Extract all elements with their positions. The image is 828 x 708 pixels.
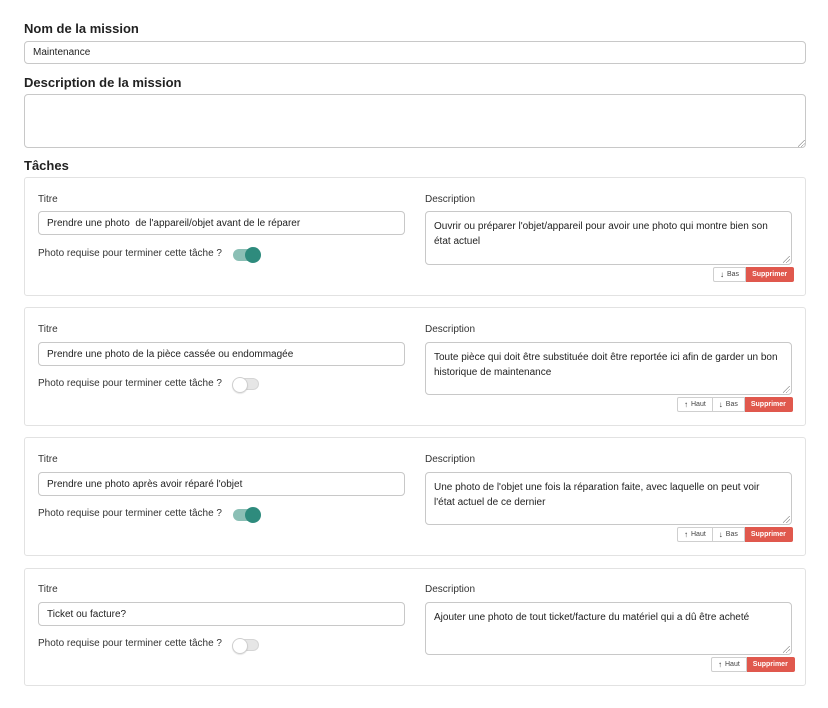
task-card: Titre Photo requise pour terminer cette … xyxy=(24,307,806,426)
photo-required-label: Photo requise pour terminer cette tâche … xyxy=(38,638,222,649)
task-title-input[interactable] xyxy=(38,342,405,366)
task-card: Titre Photo requise pour terminer cette … xyxy=(24,177,806,296)
mission-name-input[interactable] xyxy=(24,41,806,64)
move-up-button[interactable]: ↑ Haut xyxy=(677,527,713,542)
toggle-knob xyxy=(245,247,261,263)
task-description-textarea[interactable]: Ajouter une photo de tout ticket/facture… xyxy=(425,602,792,655)
photo-required-label: Photo requise pour terminer cette tâche … xyxy=(38,248,222,259)
task-description-label: Description xyxy=(425,584,476,595)
task-title-label: Titre xyxy=(38,324,58,335)
task-actions: ↑ Haut ↓ Bas Supprimer xyxy=(677,527,793,542)
task-description-label: Description xyxy=(425,194,476,205)
task-description-label: Description xyxy=(425,324,476,335)
arrow-up-icon: ↑ xyxy=(684,400,688,409)
task-actions: ↓ Bas Supprimer xyxy=(713,267,795,282)
delete-button[interactable]: Supprimer xyxy=(744,397,793,412)
arrow-up-icon: ↑ xyxy=(684,530,688,539)
resize-grip-icon[interactable] xyxy=(783,516,790,523)
photo-required-label: Photo requise pour terminer cette tâche … xyxy=(38,508,222,519)
task-description-textarea[interactable]: Ouvrir ou préparer l'objet/appareil pour… xyxy=(425,211,792,265)
photo-required-toggle[interactable] xyxy=(233,507,261,523)
task-title-input[interactable] xyxy=(38,211,405,235)
mission-description-label: Description de la mission xyxy=(24,75,182,90)
task-title-label: Titre xyxy=(38,194,58,205)
tasks-heading: Tâches xyxy=(24,158,69,173)
delete-button[interactable]: Supprimer xyxy=(744,527,793,542)
photo-required-toggle[interactable] xyxy=(233,247,261,263)
task-actions: ↑ Haut ↓ Bas Supprimer xyxy=(677,397,793,412)
task-title-input[interactable] xyxy=(38,472,405,496)
task-card: Titre Photo requise pour terminer cette … xyxy=(24,437,806,556)
delete-button[interactable]: Supprimer xyxy=(746,267,795,282)
mission-name-label: Nom de la mission xyxy=(24,21,139,36)
photo-required-label: Photo requise pour terminer cette tâche … xyxy=(38,378,222,389)
task-description-label: Description xyxy=(425,454,476,465)
arrow-down-icon: ↓ xyxy=(720,270,724,279)
task-title-label: Titre xyxy=(38,584,58,595)
delete-button[interactable]: Supprimer xyxy=(746,657,795,672)
move-up-button[interactable]: ↑ Haut xyxy=(677,397,713,412)
resize-grip-icon[interactable] xyxy=(783,646,790,653)
photo-required-toggle[interactable] xyxy=(232,638,259,654)
arrow-down-icon: ↓ xyxy=(718,400,723,409)
move-down-button[interactable]: ↓ Bas xyxy=(713,267,747,282)
resize-grip-icon[interactable] xyxy=(798,140,805,147)
arrow-up-icon: ↑ xyxy=(718,660,722,669)
task-title-label: Titre xyxy=(38,454,58,465)
toggle-knob xyxy=(232,638,248,654)
move-down-button[interactable]: ↓ Bas xyxy=(712,397,745,412)
task-description-textarea[interactable]: Toute pièce qui doit être substituée doi… xyxy=(425,342,792,395)
arrow-down-icon: ↓ xyxy=(718,530,723,539)
move-up-button[interactable]: ↑ Haut xyxy=(711,657,747,672)
task-description-textarea[interactable]: Une photo de l'objet une fois la réparat… xyxy=(425,472,792,525)
toggle-knob xyxy=(245,507,261,523)
toggle-knob xyxy=(232,377,248,393)
move-down-button[interactable]: ↓ Bas xyxy=(712,527,745,542)
resize-grip-icon[interactable] xyxy=(783,386,790,393)
mission-description-textarea[interactable] xyxy=(24,94,806,148)
photo-required-toggle[interactable] xyxy=(232,377,259,393)
resize-grip-icon[interactable] xyxy=(783,256,790,263)
task-title-input[interactable] xyxy=(38,602,405,626)
task-actions: ↑ Haut Supprimer xyxy=(711,657,795,672)
task-card: Titre Photo requise pour terminer cette … xyxy=(24,568,806,686)
